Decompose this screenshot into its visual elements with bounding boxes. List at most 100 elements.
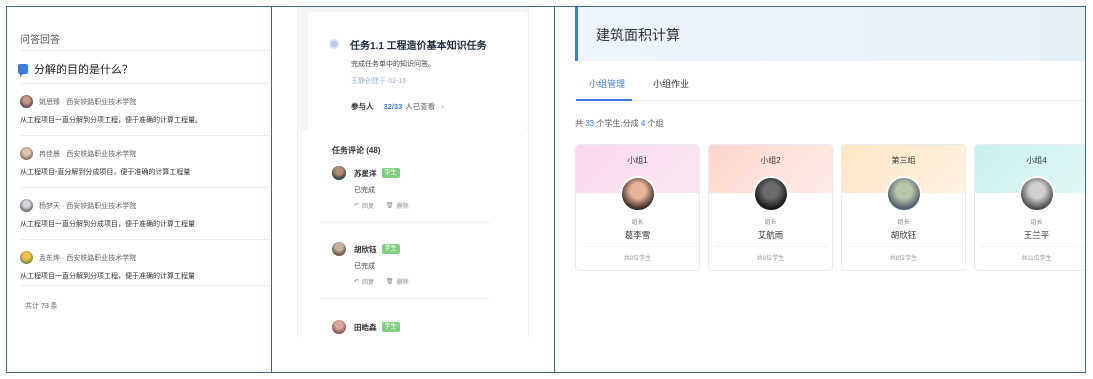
group-summary: 共 33 个学生,分成 4 个组 [575,118,664,129]
comment-text: 已完成 [354,187,375,194]
answer-text: 从工程项目-直分解到分成项目，便于准确的计算工程量 [20,169,191,176]
student-badge: 学生 [381,168,400,178]
leader-role: 组长 [631,220,644,226]
answer-item[interactable]: 姚思臻 · 西安铁路职业技术学院 从工程项目一直分解到分项工程，便于准确的计算工… [20,95,270,125]
answer-text: 从工程项目一直分解到分项工程，便于准确的计算工程量 [20,273,195,280]
divider [20,135,270,136]
summary-prefix: 共 [575,119,583,128]
group-card[interactable]: 第三组 组长 胡欣钰 共8位学生 [841,144,966,271]
reply-icon[interactable]: ↶ [354,278,359,285]
tab-group-homework[interactable]: 小组作业 [653,77,689,90]
tab-group-management[interactable]: 小组管理 [589,77,625,90]
tab-bar: 小组管理 小组作业 [575,73,1085,101]
answer-author: 冉佳晨 · 西安铁路职业技术学院 [39,150,137,158]
comments-title: 任务评论 (48) [332,146,381,155]
student-badge: 学生 [381,244,400,254]
avatar [20,199,33,212]
member-count: 共6位学生 [756,256,785,262]
comment-author: 苏星洋 [354,168,377,178]
reply-button[interactable]: 回复 [362,201,374,210]
comment-text: 已完成 [354,263,375,270]
participants-rest: 人已查看 [405,102,436,111]
summary-mid: 个学生,分成 [596,119,639,128]
group-name: 小组1 [627,156,648,165]
trash-icon[interactable]: 🗑 [386,202,394,209]
divider [582,246,695,247]
group-name: 第三组 [891,156,916,165]
trash-icon[interactable]: 🗑 [386,278,394,285]
group-card[interactable]: 小组4 组长 王兰平 共11位学生 [974,144,1085,271]
avatar [332,242,346,256]
answer-author: 姚思臻 · 西安铁路职业技术学院 [39,98,137,106]
task-panel: 任务1.1 工程造价基本知识任务 完成任务单中的知识问答。 王静创建于·02-1… [272,7,554,372]
group-name: 小组2 [760,156,781,165]
comment-item: 苏星洋 学生 已完成 ↶ 回复 🗑 删除 [332,166,516,210]
member-count: 共8位学生 [889,256,918,262]
group-name: 小组4 [1026,156,1047,165]
qa-panel: 问答回答 分解的目的是什么？ 姚思臻 · 西安铁路职业技术学院 从工程项目一直分… [7,7,271,372]
leader-avatar [753,176,789,212]
page-header: 建筑面积计算 [575,7,1085,61]
group-card[interactable]: 小组1 组长 葛李雪 共8位学生 [575,144,700,271]
task-description: 完成任务单中的知识问答。 [351,61,435,68]
leader-name: 艾航雨 [757,230,784,240]
divider [20,83,270,84]
avatar [332,166,346,180]
question-bubble-icon [18,64,28,77]
answer-author: 孟东烨 · 西安铁路职业技术学院 [39,254,137,262]
leader-avatar [620,176,656,212]
divider [320,298,490,299]
leader-role: 组长 [1030,220,1043,226]
avatar [20,251,33,264]
delete-button[interactable]: 删除 [397,277,409,286]
total-count: 共计 73 条 [25,303,58,310]
comment-item: 胡欣钰 学生 已完成 ↶ 回复 🗑 删除 [332,242,516,286]
question: 分解的目的是什么？ [18,61,133,77]
chevron-right-icon: › [441,102,444,111]
leader-role: 组长 [897,220,910,226]
leader-role: 组长 [764,220,777,226]
participants-link[interactable]: 参与人 32/33 人已查看 › [351,101,444,112]
avatar [20,147,33,160]
divider [20,239,270,240]
leader-avatar [886,176,922,212]
group-card[interactable]: 小组2 组长 艾航雨 共6位学生 [708,144,833,271]
delete-button[interactable]: 删除 [397,201,409,210]
page-title: 建筑面积计算 [596,27,680,43]
answer-author: 杨梦天 · 西安铁路职业技术学院 [39,202,137,210]
active-tab-indicator [576,99,632,101]
divider [981,246,1085,247]
avatar [332,320,346,334]
task-meta: 王静创建于·02-16 [351,78,407,85]
summary-suffix: 个组 [647,119,664,128]
answer-item[interactable]: 孟东烨 · 西安铁路职业技术学院 从工程项目一直分解到分项工程，便于准确的计算工… [20,251,270,281]
answer-item[interactable]: 冉佳晨 · 西安铁路职业技术学院 从工程项目-直分解到分成项目，便于准确的计算工… [20,147,270,177]
reply-button[interactable]: 回复 [362,277,374,286]
question-text: 分解的目的是什么？ [34,64,133,76]
divider [715,246,828,247]
student-badge: 学生 [381,322,400,332]
answer-item[interactable]: 杨梦天 · 西安铁路职业技术学院 从工程项目一直分解到分成项目，便于准确的计算工… [20,199,270,229]
qa-panel-title: 问答回答 [20,35,60,46]
leader-avatar [1019,176,1055,212]
comments-section: 任务评论 (48) 苏星洋 学生 已完成 ↶ 回复 🗑 删除 胡欣钰 学生 已完… [298,130,528,337]
avatar [20,95,33,108]
leader-name: 胡欣钰 [890,230,917,240]
divider [320,222,490,223]
divider [20,50,270,51]
task-title: 任务1.1 工程造价基本知识任务 [350,41,487,52]
divider [20,285,270,286]
group-panel: 建筑面积计算 小组管理 小组作业 共 33 个学生,分成 4 个组 小组1 组长… [555,7,1085,372]
comment-author: 胡欣钰 [354,244,377,254]
task-panel-content: 任务1.1 工程造价基本知识任务 完成任务单中的知识问答。 王静创建于·02-1… [297,7,529,337]
leader-name: 王兰平 [1023,230,1050,240]
answer-text: 从工程项目一直分解到分项工程，便于准确的计算工程量。 [20,117,202,124]
task-icon [329,39,339,49]
member-count: 共8位学生 [623,256,652,262]
participants-count: 32/33 [383,102,403,111]
reply-icon[interactable]: ↶ [354,202,359,209]
member-count: 共11位学生 [1021,256,1052,262]
task-card[interactable]: 任务1.1 工程造价基本知识任务 完成任务单中的知识问答。 王静创建于·02-1… [308,12,528,130]
divider [848,246,961,247]
leader-name: 葛李雪 [624,230,651,240]
